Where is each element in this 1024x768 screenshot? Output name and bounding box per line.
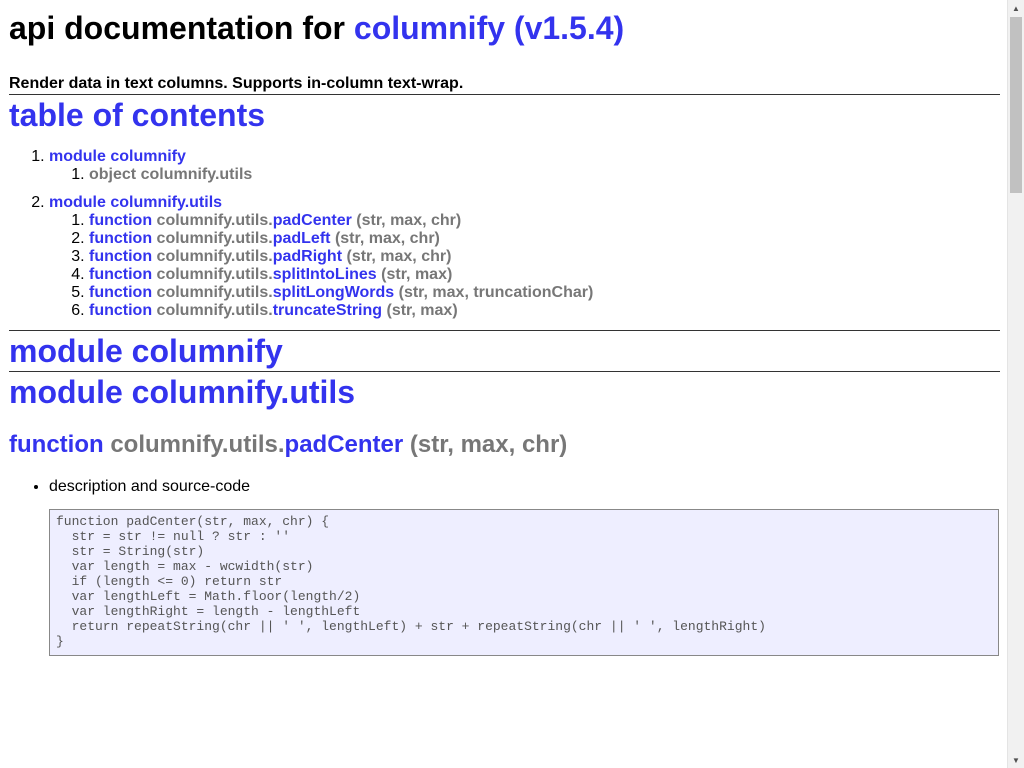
description-bullet: description and source-code function pad… [49, 478, 1000, 656]
function-kind-link[interactable]: function [9, 431, 104, 458]
toc-module-link[interactable]: module columnify [49, 148, 186, 165]
toc-item-prefix: columnify.utils. [156, 248, 273, 265]
function-detail-list: description and source-code function pad… [9, 478, 1000, 656]
toc-module-link[interactable]: module columnify.utils [49, 194, 222, 211]
toc-item-prefix: columnify.utils. [156, 230, 273, 247]
toc-item-kind-link[interactable]: function [89, 302, 152, 319]
toc-item-function-link[interactable]: padRight [273, 248, 342, 265]
module-heading: module columnify [9, 331, 1000, 371]
toc-item-args: (str, max, chr) [346, 248, 452, 265]
toc-item-function-link[interactable]: splitIntoLines [273, 266, 377, 283]
toc-item-prefix: columnify.utils. [156, 212, 273, 229]
toc-sublist: function columnify.utils.padCenter (str,… [49, 212, 1000, 320]
toc-item-kind-link[interactable]: function [89, 284, 152, 301]
toc-item: function columnify.utils.padLeft (str, m… [89, 230, 1000, 248]
vertical-scrollbar[interactable]: ▲ ▼ [1007, 0, 1024, 768]
toc-item-function-link[interactable]: padLeft [273, 230, 331, 247]
toc-item-prefix: columnify.utils. [156, 302, 273, 319]
toc-item-kind: object [89, 166, 137, 183]
toc-item-kind-link[interactable]: function [89, 230, 152, 247]
toc-item: function columnify.utils.padCenter (str,… [89, 212, 1000, 230]
toc-module-columnify-utils: module columnify.utils function columnif… [49, 194, 1000, 320]
toc-item-prefix: columnify.utils. [156, 266, 273, 283]
toc-item-function-link[interactable]: splitLongWords [273, 284, 394, 301]
toc-item-args: (str, max, chr) [356, 212, 462, 229]
toc-item: function columnify.utils.padRight (str, … [89, 248, 1000, 266]
module-heading-link[interactable]: module columnify [9, 333, 283, 369]
scroll-down-arrow-icon[interactable]: ▼ [1008, 752, 1024, 768]
toc-module-columnify: module columnify object columnify.utils [49, 148, 1000, 184]
module-heading: module columnify.utils [9, 372, 1000, 412]
page-title-prefix: api documentation for [9, 10, 345, 46]
toc-item-args: (str, max, truncationChar) [398, 284, 594, 301]
toc-item-args: (str, max) [386, 302, 458, 319]
toc-item-kind-link[interactable]: function [89, 212, 152, 229]
toc-item: function columnify.utils.truncateString … [89, 302, 1000, 320]
toc-item-kind-link[interactable]: function [89, 248, 152, 265]
toc-item-args: (str, max) [381, 266, 453, 283]
toc-item-prefix: columnify.utils. [156, 284, 273, 301]
toc-item: function columnify.utils.splitIntoLines … [89, 266, 1000, 284]
description-label: description and source-code [49, 478, 251, 495]
toc-list: module columnify object columnify.utils … [9, 148, 1000, 320]
source-code-block: function padCenter(str, max, chr) { str … [49, 509, 999, 656]
page-title: api documentation for columnify (v1.5.4) [9, 8, 1000, 48]
function-args: (str, max, chr) [409, 431, 568, 458]
module-heading-link[interactable]: module columnify.utils [9, 374, 355, 410]
toc-item-function-link[interactable]: truncateString [273, 302, 382, 319]
documentation-page: api documentation for columnify (v1.5.4)… [0, 0, 1007, 768]
package-version-link[interactable]: columnify (v1.5.4) [354, 10, 624, 46]
toc-item-args: (str, max, chr) [334, 230, 440, 247]
function-heading: function columnify.utils.padCenter (str,… [9, 430, 1000, 460]
toc-item: object columnify.utils [89, 166, 1000, 184]
scroll-up-arrow-icon[interactable]: ▲ [1008, 0, 1024, 16]
toc-item-name: columnify.utils [140, 166, 253, 183]
toc-item-function-link[interactable]: padCenter [273, 212, 352, 229]
scrollbar-thumb[interactable] [1010, 17, 1022, 193]
package-description: Render data in text columns. Supports in… [9, 75, 464, 92]
function-prefix: columnify.utils. [110, 431, 285, 458]
toc-heading: table of contents [9, 95, 1000, 135]
toc-item-kind-link[interactable]: function [89, 266, 152, 283]
toc-item: function columnify.utils.splitLongWords … [89, 284, 1000, 302]
toc-sublist: object columnify.utils [49, 166, 1000, 184]
function-name-link[interactable]: padCenter [285, 431, 404, 458]
toc-heading-link[interactable]: table of contents [9, 97, 265, 133]
